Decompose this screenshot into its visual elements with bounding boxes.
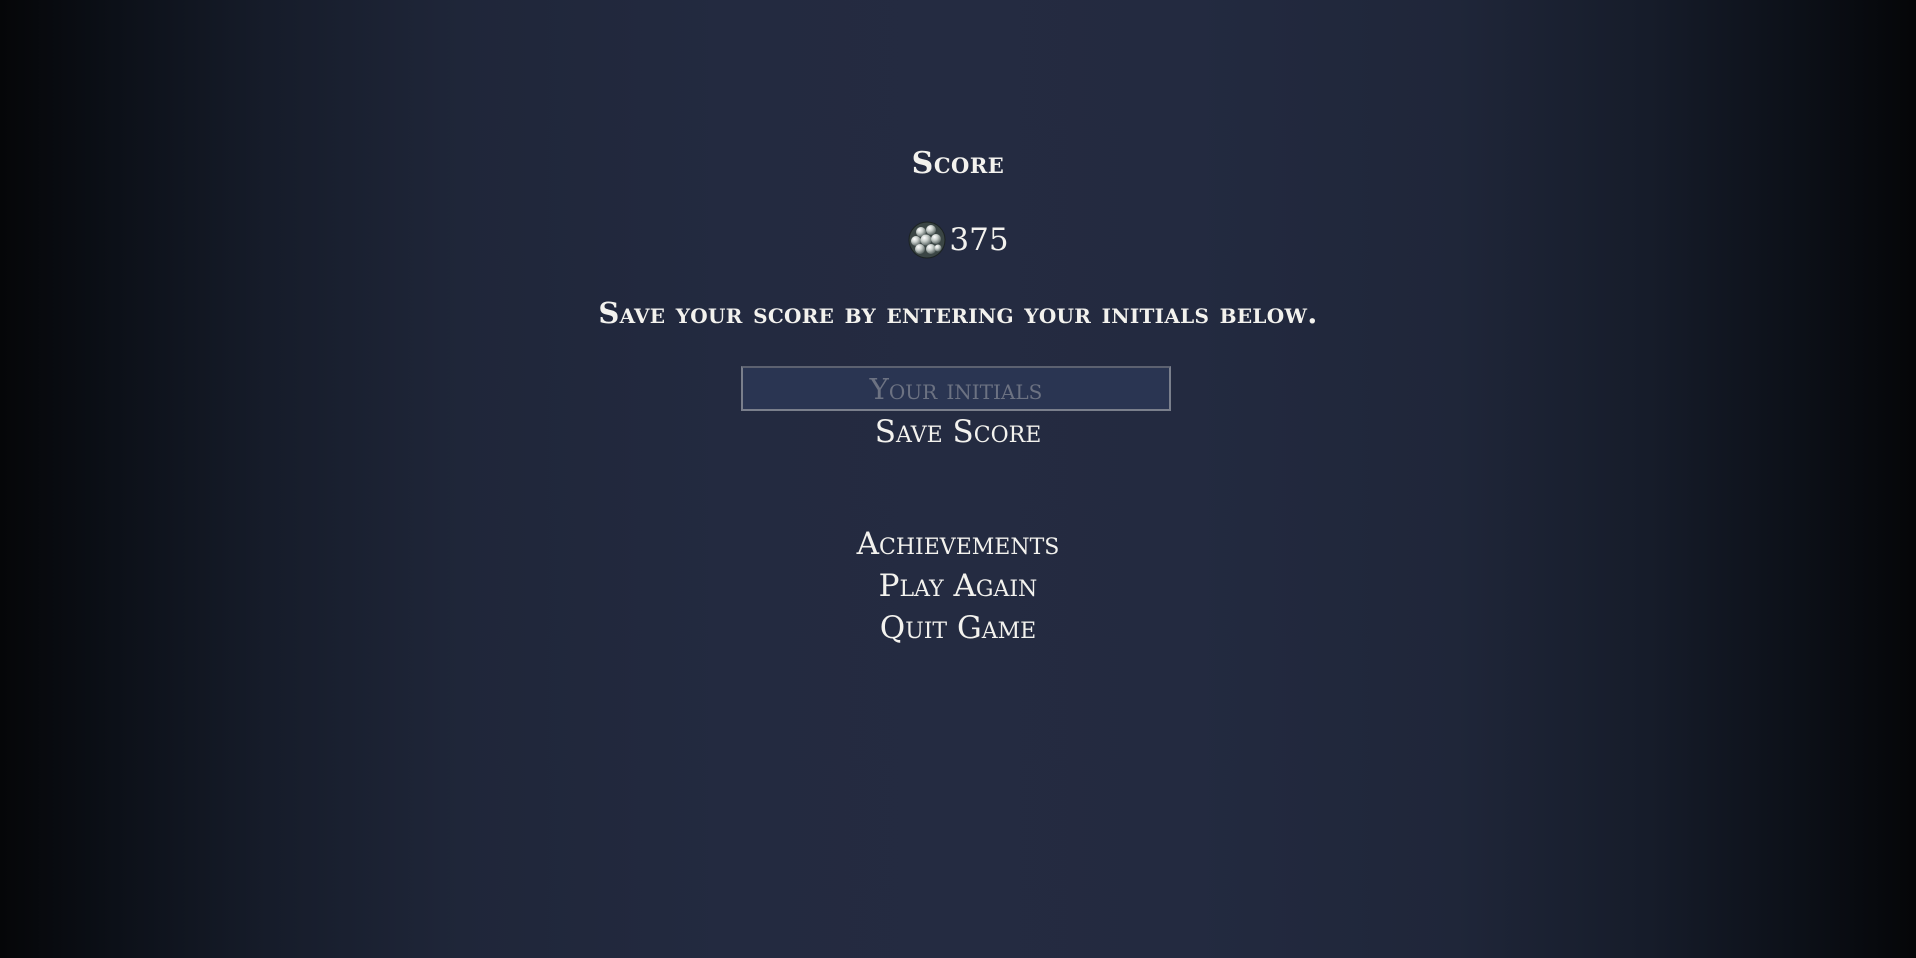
score-heading: Score xyxy=(911,146,1005,181)
score-value: 375 xyxy=(949,222,1009,258)
pearl-cluster-icon xyxy=(907,220,947,260)
score-display: 375 xyxy=(0,218,1916,262)
quit-game-button[interactable]: Quit Game xyxy=(0,608,1916,648)
initials-input[interactable] xyxy=(741,366,1171,411)
achievements-button[interactable]: Achievements xyxy=(0,524,1916,564)
save-score-button[interactable]: Save Score xyxy=(0,412,1916,452)
play-again-button[interactable]: Play Again xyxy=(0,566,1916,606)
save-score-prompt: Save your score by entering your initial… xyxy=(598,296,1318,330)
game-over-screen: Score 375 Save your score by entering yo… xyxy=(0,0,1916,958)
